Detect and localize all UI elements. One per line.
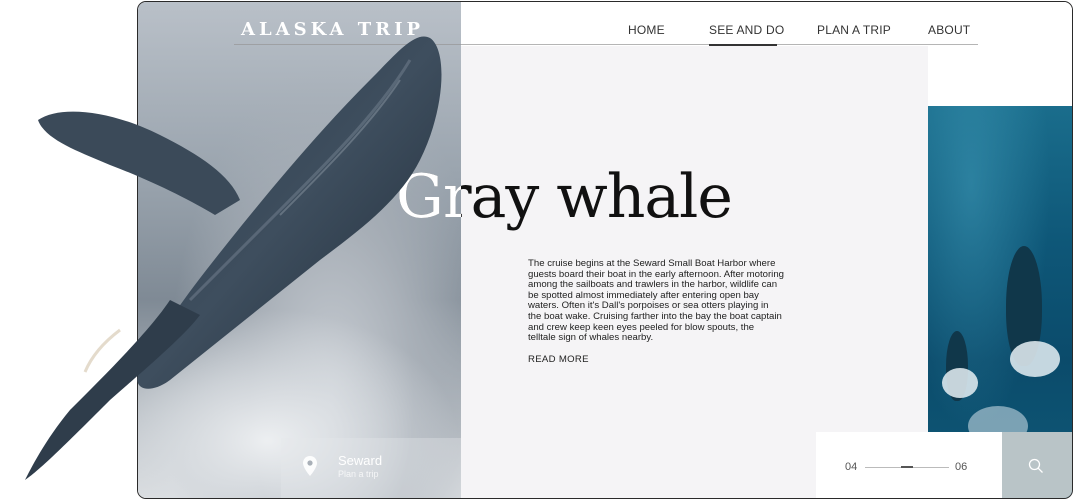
foam-shape [1010,341,1060,377]
foam-shape [942,368,978,398]
nav-see-and-do[interactable]: SEE AND DO [709,23,784,37]
search-button[interactable] [1002,432,1072,498]
pager-current: 04 [845,461,858,473]
nav-active-indicator [709,44,777,46]
search-icon [1028,458,1043,473]
hero-description: The cruise begins at the Seward Small Bo… [528,258,784,344]
pager-thumb[interactable] [901,466,913,468]
whale-illustration [25,36,442,480]
nav-home[interactable]: HOME [628,23,665,37]
pager-total: 06 [955,461,968,473]
nav-about[interactable]: ABOUT [928,23,970,37]
read-more-link[interactable]: READ MORE [528,354,589,365]
slide-pager: 04 06 [816,432,1002,498]
header-corner [928,46,1072,106]
nav-plan-a-trip[interactable]: PLAN A TRIP [817,23,891,37]
